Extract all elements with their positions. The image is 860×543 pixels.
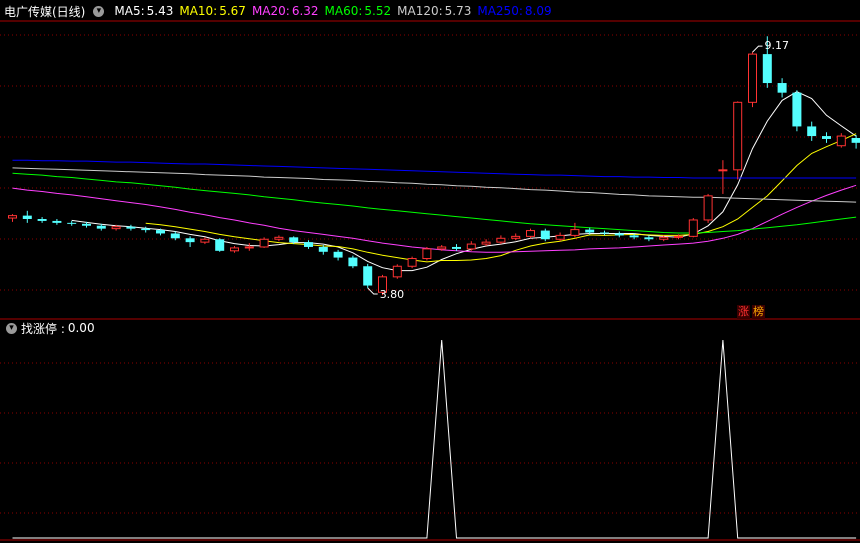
indicator-legend: ▾ 找涨停 : 0.00 <box>4 320 95 336</box>
ma-legend-label: MA60: <box>324 4 363 18</box>
ma-legend-item: MA20: 6.32 <box>252 4 319 18</box>
candle-body <box>22 215 32 219</box>
indicator-line <box>12 339 857 539</box>
candle-body <box>170 233 180 239</box>
ma-legend-label: MA10: <box>179 4 218 18</box>
candle-body <box>82 223 91 226</box>
candle-body <box>822 136 831 139</box>
candle-body <box>836 135 846 147</box>
candle-body <box>555 234 565 240</box>
candle-body <box>688 219 698 237</box>
ma-legend-value: 5.52 <box>364 4 392 18</box>
ma-legend-item: MA10: 5.67 <box>179 4 246 18</box>
candle-body <box>851 138 860 143</box>
candle-body <box>466 243 476 250</box>
high-price-label: 9.17 <box>765 39 790 52</box>
ma-line-ma20 <box>12 184 857 253</box>
candle-body <box>792 92 802 127</box>
ma-legend-label: MA20: <box>251 4 290 18</box>
candle-body <box>452 246 461 249</box>
candle-body <box>585 229 595 233</box>
candle-body <box>674 235 683 238</box>
candle-body <box>37 219 47 221</box>
candle-body <box>126 226 136 229</box>
candle-body <box>718 169 728 172</box>
ma-legend-value: 5.67 <box>219 4 246 18</box>
main-chart-legend: 电广传媒(日线) ▾ MA5: 5.43 MA10: 5.67 MA20: 6.32 MA6… <box>4 3 552 19</box>
candle-body <box>629 235 639 238</box>
candle-body <box>481 241 491 245</box>
ma-line-ma60 <box>12 172 857 234</box>
candle-body <box>67 222 77 224</box>
ma-line-ma250 <box>12 159 857 179</box>
candle-body <box>8 215 17 219</box>
ranking-badge[interactable]: 榜 <box>752 305 765 319</box>
ma-line-ma120 <box>12 167 857 203</box>
candle-body <box>644 237 654 240</box>
candle-body <box>289 237 299 243</box>
ma-legend-value: 5.73 <box>444 4 472 18</box>
ma-legend-value: 8.09 <box>524 4 552 18</box>
candle-body <box>422 248 432 260</box>
candle-body <box>777 83 787 93</box>
indicator-dropdown-icon[interactable]: ▾ <box>6 322 17 334</box>
candle-body <box>363 266 373 286</box>
candle-body <box>540 230 550 240</box>
indicator-value: 0.00 <box>67 321 95 335</box>
candle-body <box>259 238 269 248</box>
candle-body <box>392 265 402 278</box>
candle-body <box>570 229 580 236</box>
ma-legend-value: 6.32 <box>291 4 319 18</box>
ma-legend-item: MA120: 5.73 <box>397 4 471 18</box>
ma-legend-label: MA250: <box>477 4 523 18</box>
candle-body <box>600 232 609 234</box>
low-marker-arrow <box>367 287 378 295</box>
candle-body <box>762 54 772 84</box>
candle-body <box>318 246 328 252</box>
candle-body <box>703 195 713 221</box>
candle-body <box>407 258 417 267</box>
low-price-label: 3.80 <box>380 288 405 301</box>
candle-body <box>348 257 358 267</box>
candle-body <box>733 101 743 171</box>
candle-body <box>230 247 239 252</box>
candle-body <box>111 226 121 230</box>
ma-legend-label: MA5: <box>114 4 145 18</box>
candle-body <box>274 236 284 240</box>
indicator-label: 找涨停 : <box>21 321 65 336</box>
candle-body <box>496 237 506 243</box>
chart-canvas: 9.17 3.80 <box>0 20 860 541</box>
candle-body <box>200 238 210 243</box>
candle-body <box>304 242 313 247</box>
ma-legend-item: MA60: 5.52 <box>325 4 392 18</box>
stock-title: 电广传媒(日线) <box>4 4 86 19</box>
ma-legend-item: MA5: 5.43 <box>114 4 173 18</box>
candle-body <box>526 230 535 237</box>
ma-legend-item: MA250: 8.09 <box>477 4 551 18</box>
candle-body <box>659 236 669 240</box>
candle-body <box>333 251 343 258</box>
candle-body <box>244 246 254 249</box>
ma-legend-label: MA120: <box>397 4 443 18</box>
high-marker-arrow <box>752 45 763 53</box>
candle-body <box>156 230 165 234</box>
candle-body <box>614 233 624 236</box>
candle-body <box>437 246 447 250</box>
candle-body <box>807 126 817 137</box>
legend-dropdown-icon[interactable]: ▾ <box>93 5 105 17</box>
candle-body <box>748 53 757 103</box>
candle-body <box>96 225 106 229</box>
candle-body <box>141 228 151 231</box>
candle-body <box>215 239 225 251</box>
ma-legend-items: MA5: 5.43 MA10: 5.67 MA20: 6.32 MA60: 5.52 MA120… <box>108 4 551 18</box>
candle-body <box>511 235 521 239</box>
limit-up-badge[interactable]: 涨 <box>737 305 750 319</box>
candle-body <box>52 220 62 223</box>
candle-body <box>185 238 195 243</box>
ma-legend-value: 5.43 <box>146 4 174 18</box>
